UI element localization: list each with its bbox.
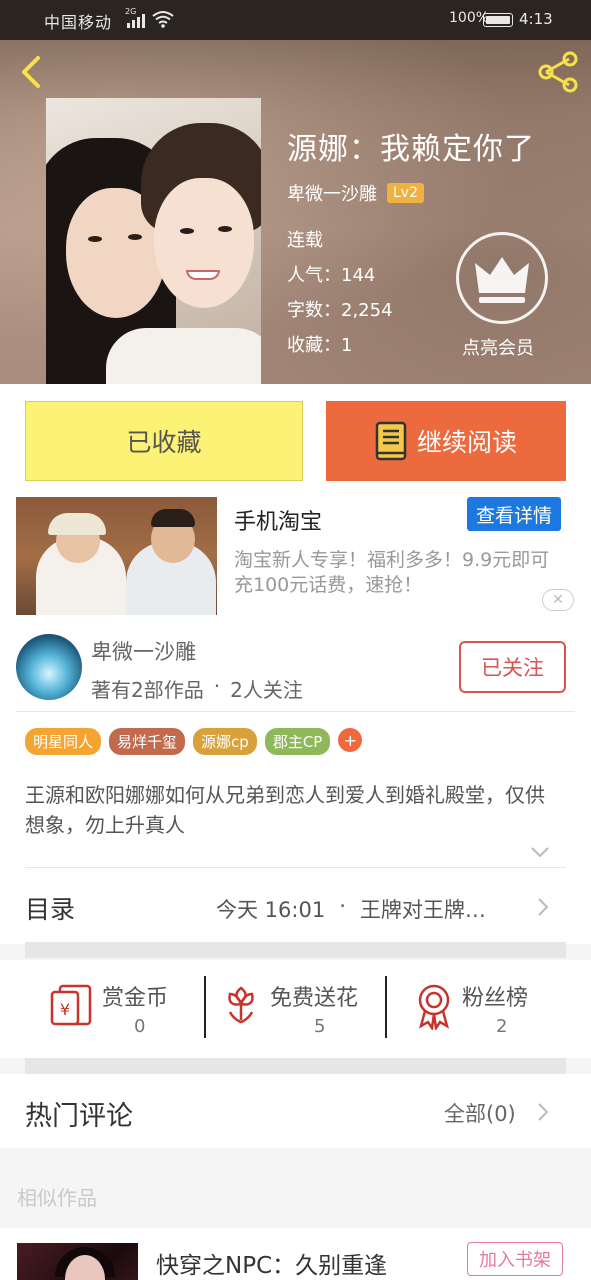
close-icon: ✕ bbox=[552, 592, 564, 608]
section-separator bbox=[25, 942, 566, 958]
reward-count: 2 bbox=[496, 1016, 508, 1037]
list-item[interactable]: 快穿之NPC：久别重逢 加入书架 bbox=[0, 1228, 591, 1280]
divider bbox=[204, 976, 206, 1038]
author-section: 卑微一沙雕 著有2部作品 · 2人关注 已关注 明星同人 易烊千玺 源娜cp 郡… bbox=[0, 622, 591, 868]
ad-title[interactable]: 手机淘宝 bbox=[234, 504, 322, 536]
tag-item[interactable]: 易烊千玺 bbox=[109, 728, 186, 755]
latest-chapter: 王牌对王牌… bbox=[359, 898, 486, 922]
book-detail-page: 中国移动 2G 100% 4:13 源娜：我赖定你了 卑微一沙雕 Lv2 连载 … bbox=[0, 0, 591, 1280]
vip-label[interactable]: 点亮会员 bbox=[462, 334, 534, 360]
author-level-badge: Lv2 bbox=[387, 183, 424, 203]
similar-works-label: 相似作品 bbox=[17, 1186, 97, 1210]
medal-icon bbox=[418, 984, 450, 1030]
popularity: 人气：144 bbox=[287, 265, 376, 286]
author-followers: 2人关注 bbox=[230, 678, 303, 702]
ad-detail-button[interactable]: 查看详情 bbox=[467, 497, 561, 531]
similar-book-title[interactable]: 快穿之NPC：久别重逢 bbox=[156, 1246, 387, 1280]
carrier-label: 中国移动 bbox=[44, 13, 113, 32]
ad-close-button[interactable]: ✕ bbox=[542, 589, 574, 611]
update-separator: · bbox=[339, 894, 346, 918]
update-time: 今天 16:01 bbox=[216, 898, 326, 922]
author-name[interactable]: 卑微一沙雕 bbox=[287, 180, 377, 206]
tag-list: 明星同人 易烊千玺 源娜cp 郡主CP + bbox=[25, 728, 363, 755]
reward-label: 粉丝榜 bbox=[462, 986, 529, 1011]
add-to-shelf-button[interactable]: 加入书架 bbox=[467, 1242, 563, 1276]
hot-comments-title: 热门评论 bbox=[25, 1101, 133, 1132]
back-icon[interactable] bbox=[14, 52, 50, 92]
continue-reading-button[interactable]: 继续阅读 bbox=[326, 401, 566, 481]
tag-item[interactable]: 明星同人 bbox=[25, 728, 102, 755]
chevron-right-icon bbox=[538, 898, 549, 916]
fan-ranking-button[interactable]: 粉丝榜 2 bbox=[414, 974, 554, 1044]
collected-label: 已收藏 bbox=[126, 428, 202, 457]
crown-icon bbox=[475, 257, 529, 303]
battery-icon bbox=[483, 13, 513, 27]
all-comments-link[interactable]: 全部(0) bbox=[444, 1098, 516, 1128]
send-flower-button[interactable]: 免费送花 5 bbox=[222, 974, 382, 1044]
book-icon bbox=[375, 421, 407, 461]
latest-chapter-info: 今天 16:01 · 王牌对王牌… bbox=[216, 894, 486, 924]
collected-button[interactable]: 已收藏 bbox=[25, 401, 303, 481]
action-bar: 已收藏 继续阅读 bbox=[0, 384, 591, 496]
favorites-count: 收藏：1 bbox=[287, 335, 353, 356]
table-of-contents-row[interactable]: 目录 今天 16:01 · 王牌对王牌… bbox=[0, 868, 591, 944]
tag-item[interactable]: 源娜cp bbox=[193, 728, 257, 755]
reward-bar: ¥ 赏金币 0 免费送花 5 粉丝榜 2 bbox=[0, 960, 591, 1058]
reward-label: 免费送花 bbox=[270, 986, 359, 1011]
toc-label: 目录 bbox=[25, 895, 76, 924]
word-count: 字数：2,254 bbox=[287, 300, 393, 321]
ad-image[interactable] bbox=[16, 497, 217, 615]
flower-icon bbox=[228, 986, 254, 1024]
share-icon[interactable] bbox=[535, 50, 581, 94]
book-intro: 王源和欧阳娜娜如何从兄弟到恋人到爱人到婚礼殿堂，仅供想象，勿上升真人 bbox=[25, 783, 545, 837]
author-stats: 著有2部作品 · 2人关注 bbox=[91, 674, 303, 703]
ad-description[interactable]: 淘宝新人专享！福利多多！9.9元即可充100元话费，速抢！ bbox=[234, 548, 568, 598]
status-bar: 中国移动 2G 100% 4:13 bbox=[0, 0, 591, 40]
author-works: 著有2部作品 bbox=[91, 678, 204, 702]
divider bbox=[385, 976, 387, 1038]
clock: 4:13 bbox=[519, 10, 553, 28]
book-cover[interactable] bbox=[46, 98, 261, 384]
red-envelope-icon: ¥ bbox=[50, 984, 92, 1026]
svg-text:¥: ¥ bbox=[60, 1000, 70, 1019]
add-tag-button[interactable]: + bbox=[338, 728, 363, 752]
reward-coins-button[interactable]: ¥ 赏金币 0 bbox=[50, 974, 200, 1044]
section-separator bbox=[25, 1058, 566, 1074]
reward-count: 5 bbox=[314, 1016, 326, 1037]
similar-book-cover[interactable] bbox=[17, 1243, 138, 1280]
stats-separator: · bbox=[213, 674, 221, 698]
tag-item[interactable]: 郡主CP bbox=[264, 728, 331, 755]
wifi-icon bbox=[152, 11, 174, 28]
reward-count: 0 bbox=[134, 1016, 146, 1037]
vip-crown-button[interactable] bbox=[456, 232, 548, 324]
hot-comments-header: 热门评论 全部(0) bbox=[0, 1074, 591, 1148]
author-line: 卑微一沙雕 Lv2 bbox=[287, 180, 424, 206]
continue-reading-label: 继续阅读 bbox=[416, 428, 517, 457]
chevron-down-icon[interactable] bbox=[530, 844, 550, 860]
divider bbox=[16, 711, 575, 712]
serial-status: 连载 bbox=[287, 230, 323, 251]
chevron-right-icon[interactable] bbox=[537, 1102, 549, 1122]
book-header: 中国移动 2G 100% 4:13 源娜：我赖定你了 卑微一沙雕 Lv2 连载 … bbox=[0, 0, 591, 384]
signal-icon bbox=[127, 12, 145, 28]
follow-button[interactable]: 已关注 bbox=[459, 641, 566, 693]
reward-label: 赏金币 bbox=[102, 986, 169, 1011]
avatar[interactable] bbox=[16, 634, 82, 700]
author-card-name[interactable]: 卑微一沙雕 bbox=[91, 636, 196, 666]
book-title: 源娜：我赖定你了 bbox=[287, 132, 535, 167]
